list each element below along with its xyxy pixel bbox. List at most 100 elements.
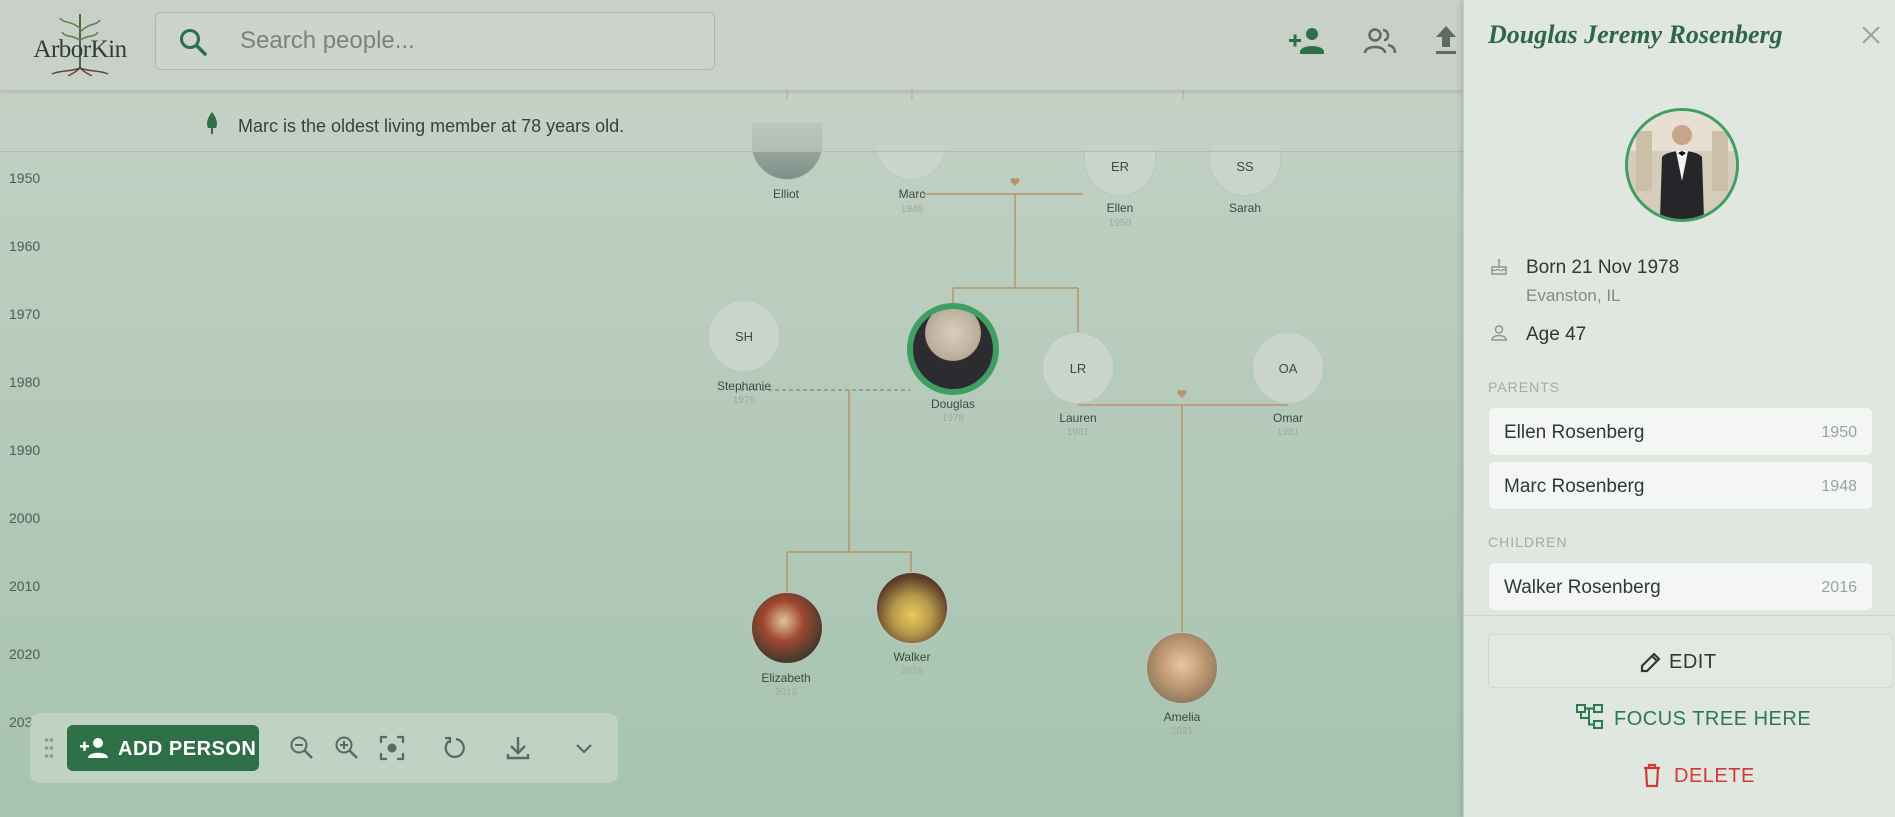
- info-banner-text: Marc is the oldest living member at 78 y…: [238, 116, 625, 136]
- person-initials: ER: [1110, 158, 1130, 174]
- parent-year: 1948: [1821, 478, 1857, 495]
- download-icon[interactable]: [504, 734, 532, 762]
- person-year: 1981: [1276, 427, 1300, 438]
- focus-tree-button[interactable]: FOCUS TREE HERE: [1574, 700, 1814, 740]
- person-initials: SS: [1236, 158, 1254, 174]
- person-details-panel: Douglas Jeremy Rosenberg Born 21 Nov 197…: [1463, 0, 1895, 817]
- person-age: Age 47: [1526, 324, 1587, 345]
- trash-icon: [1644, 763, 1660, 788]
- timeline-year-label: 1950: [9, 170, 41, 186]
- zoom-in-icon[interactable]: [333, 734, 361, 762]
- person-year: 1978: [941, 413, 965, 424]
- delete-label: DELETE: [1674, 765, 1755, 787]
- person-initials: OA: [1278, 360, 1298, 376]
- person-add-icon: [1289, 28, 1324, 54]
- person-photo: [1628, 111, 1736, 219]
- person-year: 2021: [1170, 726, 1194, 737]
- zoom-out-icon[interactable]: [288, 734, 316, 762]
- person-year: 1950: [1108, 218, 1132, 229]
- child-year: 2016: [1821, 579, 1857, 596]
- parent-name: Marc Rosenberg: [1504, 476, 1645, 497]
- person-name: Sarah: [1228, 201, 1262, 215]
- union-heart-icon: [1177, 390, 1187, 398]
- person-add-icon: [80, 738, 108, 758]
- person-name: Elizabeth: [761, 671, 811, 685]
- upload-button[interactable]: [1433, 20, 1463, 64]
- child-card[interactable]: Walker Rosenberg 2016: [1488, 562, 1873, 611]
- person-name: Elliot: [772, 187, 799, 201]
- timeline-year-label: 203: [9, 714, 33, 730]
- person-node-amelia[interactable]: [1146, 632, 1218, 704]
- person-name: Amelia: [1163, 710, 1201, 724]
- close-icon[interactable]: [1860, 24, 1882, 46]
- person-node-lauren[interactable]: LR: [1042, 332, 1114, 404]
- pencil-icon: [1640, 652, 1661, 673]
- timeline-year-label: 1960: [9, 238, 41, 254]
- person-name: Walker: [893, 650, 931, 664]
- person-node-stephanie[interactable]: SH: [708, 300, 780, 372]
- edit-button[interactable]: EDIT: [1488, 634, 1893, 688]
- edit-label: EDIT: [1669, 651, 1717, 673]
- person-node-douglas[interactable]: [907, 303, 999, 395]
- app-logo[interactable]: ArborKin: [30, 10, 130, 76]
- person-year: 2016: [900, 666, 924, 677]
- person-year: 2013: [774, 687, 798, 698]
- timeline-year-label: 1990: [9, 442, 41, 458]
- timeline-year-label: 2010: [9, 578, 41, 594]
- top-bar: ArborKin: [0, 0, 1463, 90]
- birth-date: Born 21 Nov 1978: [1526, 257, 1680, 278]
- person-name: Ellen: [1106, 201, 1134, 215]
- person-name: Douglas: [930, 397, 976, 411]
- panel-divider: [1464, 615, 1895, 616]
- birth-place: Evanston, IL: [1526, 286, 1621, 305]
- parents-heading: PARENTS: [1488, 379, 1561, 395]
- people-button[interactable]: [1358, 20, 1402, 64]
- fit-screen-icon[interactable]: [378, 734, 406, 762]
- info-banner: Marc is the oldest living member at 78 y…: [0, 90, 1463, 152]
- person-name: Stephanie: [716, 379, 772, 393]
- upload-icon: [1436, 26, 1456, 54]
- person-avatar: [1625, 108, 1739, 222]
- person-node-omar[interactable]: OA: [1252, 332, 1324, 404]
- person-icon: [1491, 325, 1507, 341]
- parent-card[interactable]: Marc Rosenberg 1948: [1488, 461, 1873, 510]
- person-year: 1976: [732, 395, 756, 406]
- tree-canvas[interactable]: 1950 1960 1970 1980 1990 2000 2010 2020 203 Elli…: [0, 0, 1463, 817]
- chevron-down-icon[interactable]: [570, 734, 598, 762]
- add-person-button[interactable]: ADD PERSON: [67, 725, 259, 771]
- person-initials: SH: [734, 328, 754, 344]
- timeline-year-label: 2020: [9, 646, 41, 662]
- person-year: 1948: [900, 204, 924, 215]
- child-name: Walker Rosenberg: [1504, 577, 1661, 598]
- parent-year: 1950: [1821, 424, 1857, 441]
- person-year: 1981: [1066, 427, 1090, 438]
- people-icon: [1363, 28, 1397, 54]
- drag-handle-icon[interactable]: [44, 737, 54, 759]
- tree-icon: [207, 112, 217, 134]
- person-full-name: Douglas Jeremy Rosenberg: [1488, 20, 1783, 49]
- add-person-icon-button[interactable]: [1287, 20, 1331, 64]
- delete-button[interactable]: DELETE: [1634, 757, 1774, 797]
- cake-icon: [1491, 259, 1507, 275]
- children-heading: CHILDREN: [1488, 534, 1568, 550]
- person-node-walker[interactable]: [876, 572, 948, 644]
- search-input[interactable]: [240, 23, 690, 59]
- timeline-year-label: 1970: [9, 306, 41, 322]
- reset-view-icon[interactable]: [441, 734, 469, 762]
- timeline-year-label: 1980: [9, 374, 41, 390]
- person-initials: LR: [1069, 360, 1087, 376]
- add-person-label: ADD PERSON: [118, 738, 257, 760]
- union-heart-icon: [1010, 177, 1020, 186]
- person-name: Marc: [898, 187, 926, 201]
- parent-name: Ellen Rosenberg: [1504, 422, 1645, 443]
- person-node-elizabeth[interactable]: [751, 592, 823, 664]
- person-name: Lauren: [1059, 411, 1097, 425]
- timeline-year-label: 2000: [9, 510, 41, 526]
- account-tree-icon: [1576, 704, 1603, 729]
- search-icon: [180, 29, 207, 56]
- person-name: Omar: [1273, 411, 1303, 425]
- parent-card[interactable]: Ellen Rosenberg 1950: [1488, 407, 1873, 456]
- app-logo-text: ArborKin: [33, 36, 127, 63]
- search-box[interactable]: [155, 12, 715, 70]
- focus-tree-label: FOCUS TREE HERE: [1614, 708, 1812, 730]
